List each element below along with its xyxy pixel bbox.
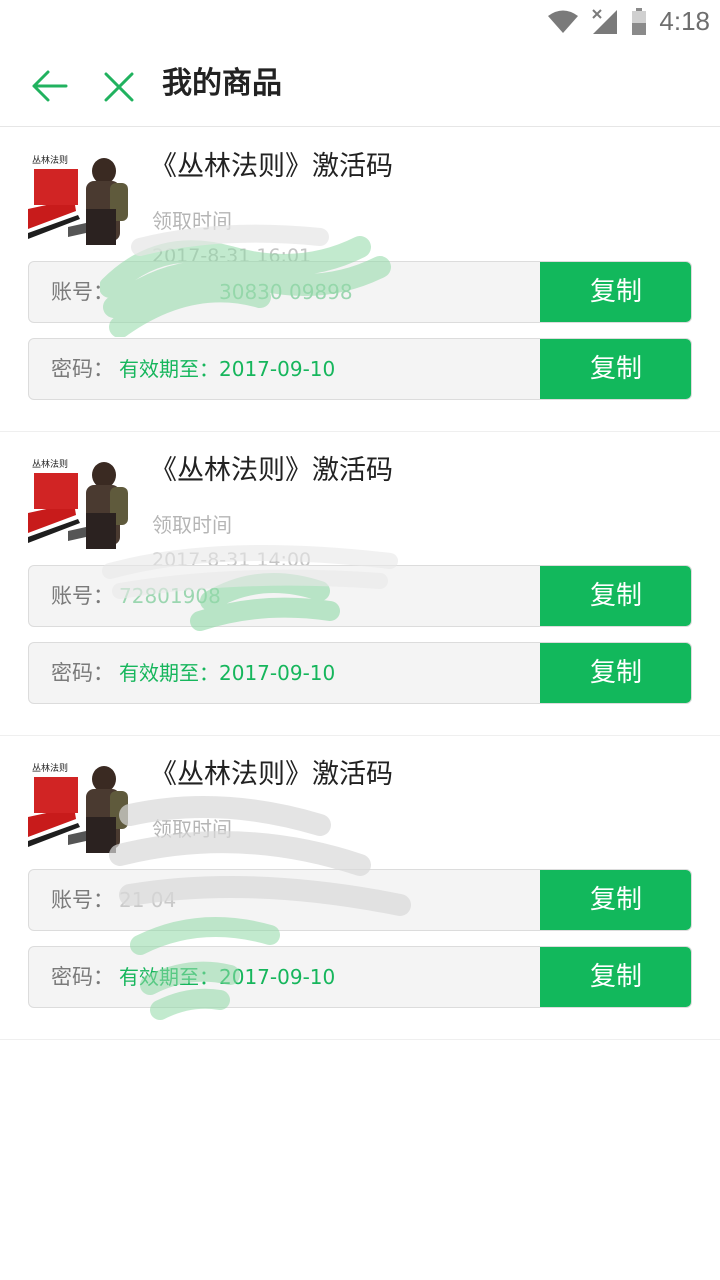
battery-icon	[632, 7, 647, 35]
product-title: 《丛林法则》激活码	[150, 759, 393, 790]
claim-time-label: 领取时间	[152, 209, 232, 233]
password-label: 密码：	[51, 357, 114, 381]
password-row: 密码： 有效期至：2017-09-10 复制	[28, 946, 692, 1008]
status-bar: 4:18	[0, 0, 720, 44]
copy-account-button[interactable]: 复制	[540, 262, 691, 322]
copy-account-button[interactable]: 复制	[540, 566, 691, 626]
thumb-caption: 丛林法则	[32, 458, 68, 470]
thumb-caption: 丛林法则	[32, 762, 68, 774]
password-label: 密码：	[51, 661, 114, 685]
password-value[interactable]: 有效期至：2017-09-10	[119, 643, 335, 703]
close-button[interactable]	[102, 66, 136, 106]
password-label: 密码：	[51, 965, 114, 989]
account-row: 账号： 72801908 复制	[28, 565, 692, 627]
password-value[interactable]: 有效期至：2017-09-10	[119, 339, 335, 399]
password-row: 密码： 有效期至：2017-09-10 复制	[28, 642, 692, 704]
account-label: 账号：	[51, 888, 114, 912]
copy-password-button[interactable]: 复制	[540, 643, 691, 703]
claim-time-label: 领取时间	[152, 513, 232, 537]
product-card: 丛林法则 《丛林法则》激活码 领取时间 2017-8-31 14:00 账号： …	[0, 431, 720, 736]
account-value[interactable]: 72801908	[119, 566, 221, 626]
password-row: 密码： 有效期至：2017-09-10 复制	[28, 338, 692, 400]
claim-time-label: 领取时间	[152, 817, 232, 841]
page-title: 我的商品	[162, 66, 282, 101]
product-thumbnail: 丛林法则	[28, 453, 130, 549]
account-value[interactable]: 30830 09898	[219, 262, 353, 322]
status-icons: 4:18	[547, 6, 710, 37]
copy-password-button[interactable]: 复制	[540, 947, 691, 1007]
account-row: 账号： 21 04 复制	[28, 869, 692, 931]
account-label: 账号：	[51, 280, 114, 304]
product-thumbnail: 丛林法则	[28, 149, 130, 245]
status-time: 4:18	[659, 6, 710, 36]
account-label: 账号：	[51, 584, 114, 608]
product-card: 丛林法则 《丛林法则》激活码 领取时间 账号： 21 04 复制 密码： 有效期…	[0, 735, 720, 1040]
wifi-icon	[548, 10, 579, 33]
arrow-left-icon	[32, 70, 68, 102]
product-title: 《丛林法则》激活码	[150, 455, 393, 486]
signal-icon	[592, 8, 618, 34]
copy-password-button[interactable]: 复制	[540, 339, 691, 399]
app-bar: 我的商品	[0, 44, 720, 127]
close-icon	[104, 72, 134, 102]
product-card: 丛林法则 《丛林法则》激活码 领取时间 2017-8-31 16:01 账号： …	[0, 127, 720, 432]
thumb-caption: 丛林法则	[32, 154, 68, 166]
password-value[interactable]: 有效期至：2017-09-10	[119, 947, 335, 1007]
account-value[interactable]: 21 04	[119, 870, 176, 930]
copy-account-button[interactable]: 复制	[540, 870, 691, 930]
product-thumbnail: 丛林法则	[28, 757, 130, 853]
back-button[interactable]	[30, 66, 70, 106]
account-row: 账号： 30830 09898 复制	[28, 261, 692, 323]
product-title: 《丛林法则》激活码	[150, 151, 393, 182]
